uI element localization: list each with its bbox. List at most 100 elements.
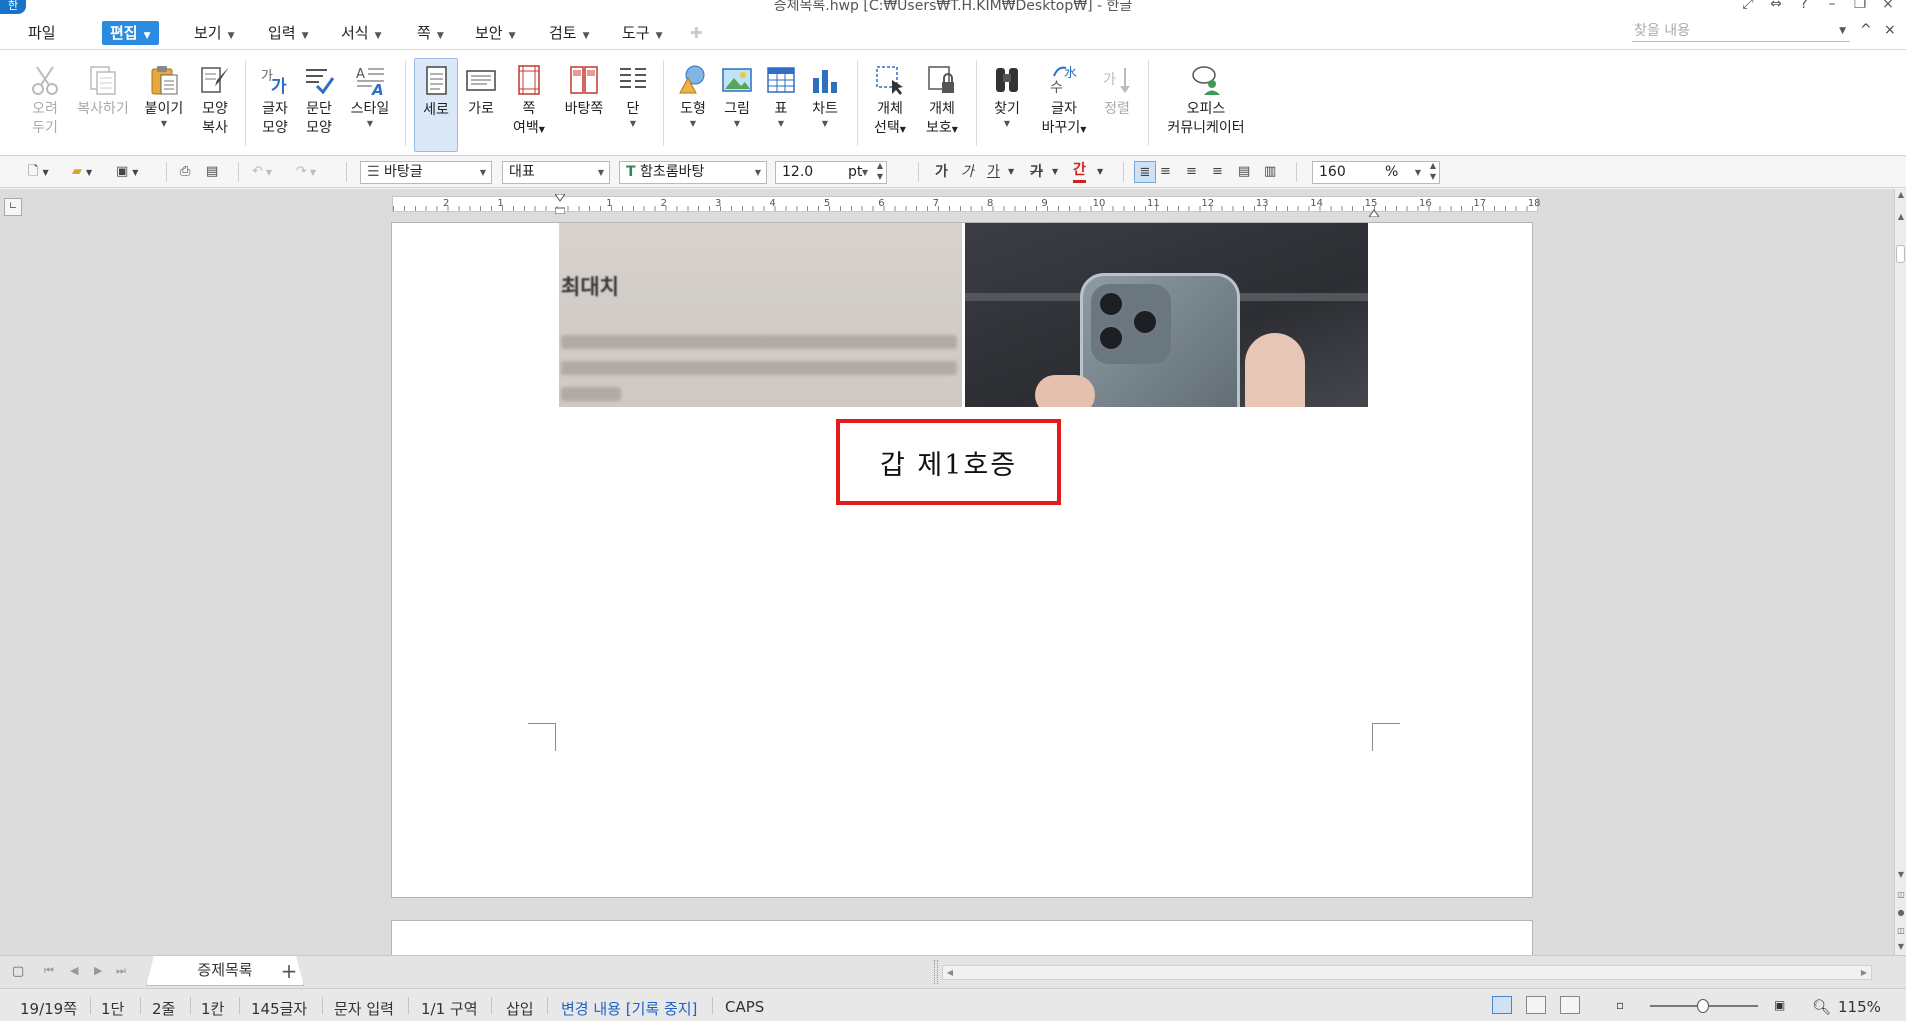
next-page-icon[interactable]: ◫: [1896, 925, 1906, 937]
chevron-down-icon[interactable]: ▼: [1008, 161, 1014, 183]
menu-tools[interactable]: 도구 ▼: [622, 21, 663, 45]
master-page-button[interactable]: 바탕쪽: [558, 58, 610, 152]
indent-marker-icon[interactable]: [554, 193, 566, 215]
menu-insert[interactable]: 입력 ▼: [268, 21, 309, 45]
scroll-up-icon[interactable]: ▲: [1896, 189, 1906, 201]
open-folder-icon[interactable]: ▰ ▼: [72, 161, 92, 183]
copy-button[interactable]: 복사하기: [72, 58, 134, 152]
italic-button[interactable]: 가: [961, 161, 974, 183]
first-tab-icon[interactable]: ⏮: [44, 964, 54, 978]
prev-tab-icon[interactable]: ◀: [70, 964, 78, 977]
align-left-icon[interactable]: ≡: [1160, 161, 1171, 183]
font-color-button[interactable]: 간: [1073, 161, 1086, 183]
chevron-down-icon[interactable]: ▼: [986, 119, 1028, 129]
vertical-scrollbar[interactable]: ▲ ▲ ▼ ◫ ● ◫ ▼: [1894, 189, 1906, 955]
scroll-up-icon[interactable]: ▲: [1896, 211, 1906, 223]
chevron-down-icon[interactable]: ▼: [1097, 161, 1103, 183]
horizontal-ruler[interactable]: 2 1 1 2 3 4 5 6 7 8 9 10 11 12 13 14 15 16 17 18: [392, 193, 1541, 218]
status-insert-mode[interactable]: 삽입: [506, 998, 534, 1019]
exhibit-label-box[interactable]: 갑 제1호증: [836, 419, 1061, 505]
next-tab-icon[interactable]: ▶: [94, 964, 102, 977]
format-copy-button[interactable]: 모양 복사: [194, 58, 236, 152]
line-spacing-input[interactable]: 160% ▼ ▲ ▼: [1312, 161, 1440, 184]
zoom-magnifier-icon[interactable]: 🔍︎: [1812, 998, 1831, 1016]
chevron-down-icon[interactable]: ▼: [952, 125, 958, 134]
help-icon[interactable]: ?: [1794, 0, 1814, 12]
horizontal-scrollbar[interactable]: ◀ ▶: [942, 965, 1872, 980]
chevron-down-icon[interactable]: ▼: [346, 119, 394, 129]
normal-view-icon[interactable]: [1492, 996, 1512, 1014]
chevron-down-icon[interactable]: ▼: [539, 125, 545, 134]
chevron-down-icon[interactable]: ▼: [672, 119, 714, 129]
style-button[interactable]: AA 스타일 ▼: [346, 58, 394, 152]
page-view-icon[interactable]: [1560, 996, 1580, 1014]
scroll-right-icon[interactable]: ▶: [1857, 966, 1871, 979]
chevron-down-icon[interactable]: ▼: [1080, 125, 1086, 134]
minimize-icon[interactable]: –: [1822, 0, 1842, 12]
close-document-icon[interactable]: ×: [1884, 22, 1896, 38]
status-page[interactable]: 19/19쪽: [20, 998, 77, 1019]
align-right-icon[interactable]: ≡: [1212, 161, 1223, 183]
menu-security[interactable]: 보안 ▼: [475, 21, 516, 45]
full-width-view-icon[interactable]: [1526, 996, 1546, 1014]
picture-button[interactable]: 그림 ▼: [716, 58, 758, 152]
print-icon[interactable]: ⎙: [180, 161, 190, 183]
page-view-icon[interactable]: ▢: [12, 964, 24, 979]
menu-page[interactable]: 쪽 ▼: [417, 21, 444, 45]
save-icon[interactable]: ▣ ▼: [116, 161, 138, 183]
restore-icon[interactable]: ❐: [1850, 0, 1870, 12]
redo-icon[interactable]: ↷ ▼: [296, 161, 316, 183]
menu-view[interactable]: 보기 ▼: [194, 21, 235, 45]
scroll-down-icon[interactable]: ▼: [1896, 869, 1906, 881]
font-size-input[interactable]: 12.0 pt ▼ ▲ ▼: [775, 161, 887, 184]
right-margin-marker-icon[interactable]: [1368, 205, 1380, 218]
portrait-button[interactable]: 세로: [414, 58, 458, 152]
scroll-left-icon[interactable]: ◀: [943, 966, 957, 979]
shape-button[interactable]: 도형 ▼: [672, 58, 714, 152]
select-browse-icon[interactable]: ●: [1896, 907, 1906, 919]
align-justify-icon[interactable]: ≣: [1134, 161, 1156, 183]
status-input-mode[interactable]: 문자 입력: [334, 998, 394, 1019]
zoom-level[interactable]: 115%: [1838, 998, 1881, 1016]
chevron-down-icon[interactable]: ▼: [42, 168, 48, 177]
zoom-in-icon[interactable]: ▣: [1774, 998, 1785, 1012]
underline-button[interactable]: 가: [987, 161, 1000, 183]
char-shape-button[interactable]: 가가 글자 모양: [254, 58, 296, 152]
chevron-down-icon[interactable]: ▼: [140, 119, 188, 129]
cut-button[interactable]: 오려 두기: [24, 58, 66, 152]
undo-icon[interactable]: ↶ ▼: [252, 161, 272, 183]
chevron-down-icon[interactable]: ▼: [1052, 161, 1058, 183]
chevron-down-icon[interactable]: ▼: [86, 168, 92, 177]
scroll-down-icon[interactable]: ▼: [1896, 941, 1906, 953]
columns-button[interactable]: 단 ▼: [612, 58, 654, 152]
tab-stop-icon[interactable]: ∟: [4, 198, 22, 216]
scroll-thumb[interactable]: [1896, 245, 1905, 263]
search-input[interactable]: 찾을 내용 ▼: [1632, 20, 1850, 42]
status-track-changes[interactable]: 변경 내용 [기록 중지]: [561, 998, 697, 1019]
menu-file[interactable]: 파일: [28, 21, 56, 45]
table-button[interactable]: 표 ▼: [760, 58, 802, 152]
next-document-page[interactable]: [391, 920, 1533, 955]
collapse-ribbon-icon[interactable]: ^: [1860, 22, 1872, 38]
chart-button[interactable]: 차트 ▼: [804, 58, 846, 152]
align-center-icon[interactable]: ≡: [1186, 161, 1197, 183]
landscape-button[interactable]: 가로: [460, 58, 502, 152]
page-margin-button[interactable]: 쪽 여백▼: [506, 58, 552, 152]
align-distribute-icon[interactable]: ▤: [1238, 161, 1250, 183]
chevron-down-icon[interactable]: ▼: [804, 119, 846, 129]
sort-button[interactable]: 가 정렬: [1096, 58, 1138, 152]
puzzle-icon[interactable]: ✚: [690, 21, 703, 45]
protect-object-button[interactable]: 개체 보호▼: [918, 58, 966, 152]
menu-format[interactable]: 서식 ▼: [341, 21, 382, 45]
new-document-icon[interactable]: 🗋 ▼: [28, 161, 49, 183]
menu-edit[interactable]: 편집 ▼: [102, 21, 159, 45]
chevron-down-icon[interactable]: ▼: [612, 119, 654, 129]
chevron-down-icon[interactable]: ▼: [760, 119, 802, 129]
paragraph-style-select[interactable]: ☰ 바탕글 ▼: [360, 161, 492, 184]
chevron-down-icon[interactable]: ▼: [900, 125, 906, 134]
find-button[interactable]: 찾기 ▼: [986, 58, 1028, 152]
zoom-slider-thumb[interactable]: [1697, 999, 1709, 1013]
replace-button[interactable]: 수水 글자 바꾸기▼: [1038, 58, 1090, 152]
document-page[interactable]: 최대치 갑 제1호증: [391, 222, 1533, 898]
close-icon[interactable]: ×: [1878, 0, 1898, 12]
